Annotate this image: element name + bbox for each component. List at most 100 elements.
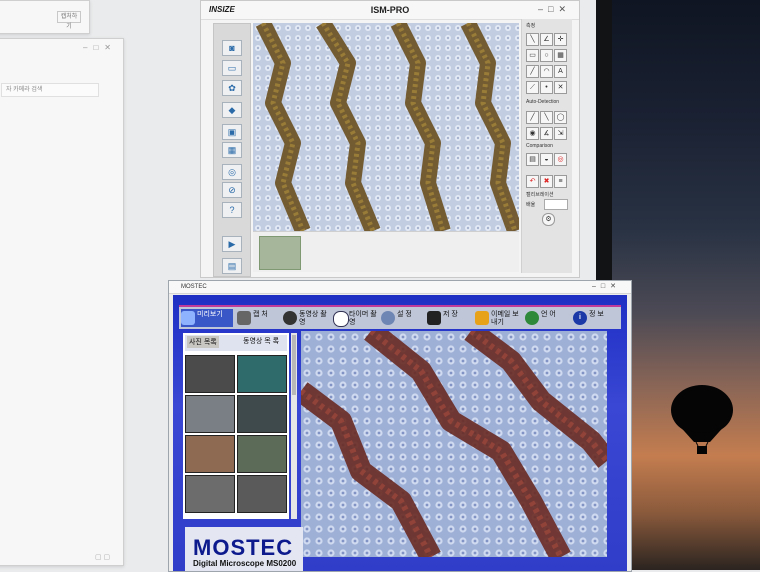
fabric-magnified-image (253, 23, 519, 231)
tab-photo-list[interactable]: 사진 목록 (187, 336, 219, 348)
window-controls[interactable]: –□✕ (83, 43, 117, 52)
auto-distance-icon[interactable]: ⇲ (554, 127, 567, 140)
calibrate-settings-icon[interactable]: ⚙ (542, 213, 555, 226)
ism-pro-title: ISM-PRO (370, 5, 410, 15)
tab-video-list[interactable]: 동영상 목 록 (243, 336, 283, 346)
camera-icon (237, 311, 251, 325)
point-tool-icon[interactable]: • (540, 81, 553, 94)
compare-grid-icon[interactable]: ▤ (526, 153, 539, 166)
camera-icon[interactable]: ◙ (222, 40, 242, 56)
gallery-thumbnail[interactable] (185, 355, 235, 393)
camera-search-field[interactable]: 자 카메라 검색 (1, 83, 99, 97)
toolbar-label: 타이머 촬 영 (349, 311, 377, 326)
toolbar-settings-button[interactable]: 설 정 (381, 309, 423, 327)
power-icon[interactable]: ◎ (222, 164, 242, 180)
erase-tool-icon[interactable]: ✕ (554, 81, 567, 94)
floppy-disk-icon (427, 311, 441, 325)
ism-pro-titlebar: INSIZE ISM-PRO –□✕ (201, 1, 579, 20)
toolbar-label: 이메일 보내기 (491, 311, 519, 326)
toolbar-info-button[interactable]: i 정 보 (573, 309, 619, 327)
text-tool-icon[interactable]: A (554, 65, 567, 78)
help-icon[interactable]: ? (222, 202, 242, 218)
ism-left-toolbar: ◙ ▭ ✿ ◆ ▣ ▦ ◎ ⊘ ? ▶ ▤ (213, 23, 251, 277)
ruler-tool-icon[interactable]: ⟋ (526, 81, 539, 94)
compare-target-icon[interactable]: ◎ (554, 153, 567, 166)
globe-icon (525, 311, 539, 325)
rect-tool-icon[interactable]: ▭ (526, 49, 539, 62)
toolbar-label: 캡 처 (253, 311, 268, 318)
toolbar-label: 동영상 촬 영 (299, 311, 327, 326)
circle-tool-icon[interactable]: ○ (540, 49, 553, 62)
arc-tool-icon[interactable]: ◠ (540, 65, 553, 78)
captured-thumbnail[interactable] (259, 236, 301, 270)
capture-chip[interactable]: 캡처하기 (57, 11, 81, 30)
auto-edge-icon[interactable]: ╲ (540, 111, 553, 124)
angle-tool-icon[interactable]: ∠ (540, 33, 553, 46)
toolbar-label: 정 보 (589, 311, 604, 318)
toolbar-label: 저 장 (443, 311, 458, 318)
settings-icon[interactable]: ✿ (222, 80, 242, 96)
toolbar-language-button[interactable]: 언 어 (525, 309, 571, 327)
grid-tool-icon[interactable]: ▦ (554, 49, 567, 62)
live-view-icon[interactable]: ▶ (222, 236, 242, 252)
mostec-brand-logo: MOSTEC (193, 535, 294, 560)
gallery-thumbnail[interactable] (237, 395, 287, 433)
gallery-thumbnail[interactable] (237, 475, 287, 513)
film-reel-icon (283, 311, 297, 325)
toolbar-timer-button[interactable]: 타이머 촬 영 (333, 309, 377, 327)
toolbar-preview-button[interactable]: 미리보기 (181, 309, 233, 327)
auto-point-icon[interactable]: ◉ (526, 127, 539, 140)
crosshair-tool-icon[interactable]: ✛ (554, 33, 567, 46)
ism-pro-window: INSIZE ISM-PRO –□✕ ◙ ▭ ✿ ◆ ▣ ▦ ◎ ⊘ ? ▶ ▤ (200, 0, 580, 278)
gallery-icon[interactable]: ▤ (222, 258, 242, 274)
toolbar-save-button[interactable]: 저 장 (427, 309, 471, 327)
preview-icon (181, 311, 195, 325)
gallery-scrollbar[interactable] (291, 333, 297, 519)
ism-microscope-view[interactable] (253, 23, 519, 231)
background-window-camera[interactable]: –□✕ 자 카메라 검색 ▢ ▢ (0, 38, 124, 566)
auto-angle-icon[interactable]: ∡ (540, 127, 553, 140)
mostec-microscope-view[interactable] (301, 331, 607, 557)
comparison-label: Comparison (526, 143, 553, 149)
window-controls[interactable]: –□✕ (592, 281, 621, 293)
magnification-label: 배율 (526, 202, 536, 208)
gallery-tabs: 사진 목록 동영상 목 록 (185, 335, 287, 351)
auto-circle-icon[interactable]: ◯ (554, 111, 567, 124)
delete-icon[interactable]: ✖ (540, 175, 553, 188)
mostec-toolbar: 미리보기 캡 처 동영상 촬 영 타이머 촬 영 설 정 저 장 이메일 보내기… (179, 305, 621, 329)
calibration-label: 캘리브레이션 (526, 192, 554, 198)
clock-icon (333, 311, 349, 327)
toolbar-label: 설 정 (397, 311, 412, 318)
toolbar-record-button[interactable]: 동영상 촬 영 (283, 309, 331, 327)
mostec-window-title: MOSTEC (181, 284, 207, 290)
background-window-top[interactable]: 캡처하기 (0, 0, 90, 34)
video-icon[interactable]: ▭ (222, 60, 242, 76)
settings-icon (381, 311, 395, 325)
fabric-magnified-image (301, 331, 607, 557)
undo-icon[interactable]: ↶ (526, 175, 539, 188)
record-icon[interactable]: ◆ (222, 102, 242, 118)
ism-measurement-panel: 측정 ╲ ∠ ✛ ▭ ○ ▦ ╱ ◠ A ⟋ • ✕ Auto-Detectio… (521, 19, 572, 273)
mostec-window: MOSTEC –□✕ 미리보기 캡 처 동영상 촬 영 타이머 촬 영 설 정 … (168, 280, 632, 572)
polyline-tool-icon[interactable]: ╱ (526, 65, 539, 78)
gallery-thumbnail[interactable] (185, 435, 235, 473)
toolbar-email-button[interactable]: 이메일 보내기 (475, 309, 525, 327)
no-camera-icon[interactable]: ⊘ (222, 182, 242, 198)
gallery-thumbnail[interactable] (185, 395, 235, 433)
measure-section-label: 측정 (526, 23, 536, 29)
auto-line-icon[interactable]: ╱ (526, 111, 539, 124)
compare-overlay-icon[interactable]: ◒ (540, 153, 553, 166)
gallery-thumbnail[interactable] (185, 475, 235, 513)
magnification-field[interactable] (544, 199, 568, 210)
export-icon[interactable]: ▦ (222, 142, 242, 158)
save-icon[interactable]: ▣ (222, 124, 242, 140)
hot-air-balloon-silhouette (671, 385, 733, 454)
gallery-thumbnail[interactable] (237, 435, 287, 473)
list-icon[interactable]: ≡ (554, 175, 567, 188)
toolbar-capture-button[interactable]: 캡 처 (237, 309, 281, 327)
line-tool-icon[interactable]: ╲ (526, 33, 539, 46)
device-model-label: Digital Microscope MS0200 (193, 559, 297, 568)
gallery-thumbnail[interactable] (237, 355, 287, 393)
window-controls[interactable]: –□✕ (538, 4, 571, 15)
toolbar-label: 언 어 (541, 311, 556, 318)
